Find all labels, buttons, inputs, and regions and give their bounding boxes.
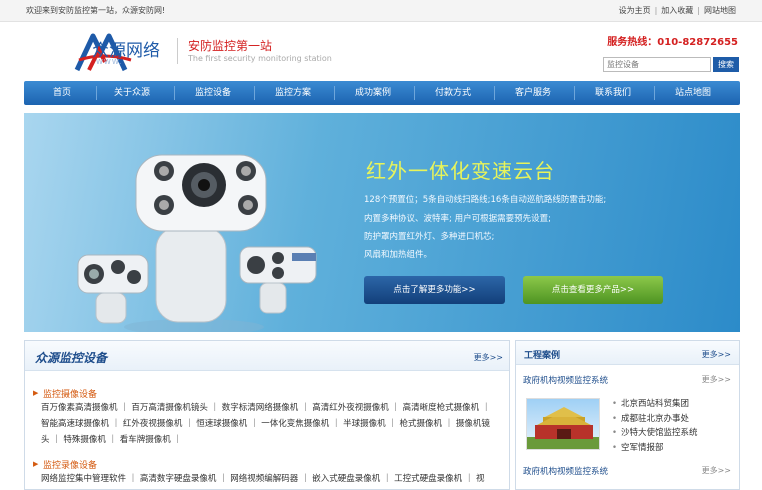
banner-desc-line: 内置多种协议、波特率; 用户可根据需要预先设置; xyxy=(364,214,551,224)
nav-sitemap[interactable]: 站点地图 xyxy=(662,81,724,105)
cases-panel-title: 工程案例 xyxy=(524,351,561,361)
tiananmen-image xyxy=(527,407,599,449)
equipment-panel: 众源监控设备 更多>> ▶ 监控摄像设备 百万像素高清摄像机 ｜ 百万高清摄像机… xyxy=(24,340,510,490)
nav-cases[interactable]: 成功案例 xyxy=(342,81,404,105)
main-nav: 首页 关于众源 监控设备 监控方案 成功案例 付款方式 客户服务 联系我们 站点… xyxy=(24,81,740,105)
case-list: • 北京西站科贸集团 • 成都驻北京办事处 • 沙特大使馆监控系统 • 空军情报部 xyxy=(612,397,698,455)
bullet-icon: • xyxy=(612,399,618,409)
banner-desc-line: 128个预置位；5条自动线扫路线;16条自动巡航路线防雷击功能; xyxy=(364,195,607,205)
hotline: 服务热线：010-82872655 xyxy=(607,37,738,48)
nav-separator xyxy=(254,86,255,100)
camera-list-line[interactable]: 百万像素高清摄像机 ｜ 百万高清摄像机镜头 ｜ 数字标清网络摄像机 ｜ 高清红外… xyxy=(41,400,503,416)
case-group-title[interactable]: 政府机构视频监控系统 xyxy=(523,465,608,477)
nav-separator xyxy=(96,86,97,100)
case-group-more-link[interactable]: 更多>> xyxy=(702,374,731,385)
nav-separator xyxy=(494,86,495,100)
welcome-text: 欢迎来到安防监控第一站，众源安防网! xyxy=(26,6,166,15)
header-divider xyxy=(177,38,178,64)
top-bar: 欢迎来到安防监控第一站，众源安防网! 设为主页 | 加入收藏 | 网站地图 xyxy=(0,0,762,22)
case-group-more-link[interactable]: 更多>> xyxy=(702,465,731,476)
case-item[interactable]: • 沙特大使馆监控系统 xyxy=(612,426,698,441)
camera-category-title[interactable]: 监控摄像设备 xyxy=(43,387,97,400)
nav-separator xyxy=(334,86,335,100)
recorder-category-title[interactable]: 监控录像设备 xyxy=(43,458,97,471)
cases-more-link[interactable]: 更多>> xyxy=(702,349,731,360)
equipment-more-link[interactable]: 更多>> xyxy=(474,352,503,363)
logo-sub: WWW. xyxy=(96,58,123,66)
equipment-panel-title: 众源监控设备 xyxy=(35,351,108,365)
learn-more-button[interactable]: 点击了解更多功能>> xyxy=(364,276,505,304)
site-en-title: The first security monitoring station xyxy=(188,54,332,63)
cases-panel-header: 工程案例 更多>> xyxy=(516,341,739,365)
case-item[interactable]: • 北京西站科贸集团 xyxy=(612,397,698,412)
site-title: 安防监控第一站 xyxy=(188,39,273,53)
nav-contact[interactable]: 联系我们 xyxy=(582,81,644,105)
set-homepage-link[interactable]: 设为主页 xyxy=(619,6,651,15)
case-group-title[interactable]: 政府机构视频监控系统 xyxy=(523,374,608,386)
camera-list-line[interactable]: 智能高速球摄像机 ｜ 红外夜视摄像机 ｜ 恒速球摄像机 ｜ 一体化变焦摄像机 ｜… xyxy=(41,416,503,432)
ptz-camera-image xyxy=(77,154,317,332)
nav-solutions[interactable]: 监控方案 xyxy=(262,81,324,105)
cases-panel: 工程案例 更多>> 政府机构视频监控系统 更多>> • 北京西站科贸集团 • 成都驻… xyxy=(515,340,740,490)
camera-list-line[interactable]: 头 ｜ 特殊摄像机 ｜ 看车牌摄像机 ｜ xyxy=(41,432,503,448)
search-button[interactable]: 搜索 xyxy=(713,57,739,72)
nav-home[interactable]: 首页 xyxy=(36,81,88,105)
top-links: 设为主页 | 加入收藏 | 网站地图 xyxy=(618,6,736,15)
case-item[interactable]: • 空军情报部 xyxy=(612,441,698,456)
add-favorite-link[interactable]: 加入收藏 xyxy=(661,6,693,15)
nav-separator xyxy=(174,86,175,100)
nav-separator xyxy=(654,86,655,100)
bullet-icon: • xyxy=(612,442,618,453)
banner-title: 红外一体化变速云台 xyxy=(366,159,555,183)
sitemap-link[interactable]: 网站地图 xyxy=(704,6,736,15)
nav-separator xyxy=(574,86,575,100)
nav-service[interactable]: 客户服务 xyxy=(502,81,564,105)
case-item[interactable]: • 成都驻北京办事处 xyxy=(612,412,698,427)
nav-equipment[interactable]: 监控设备 xyxy=(182,81,244,105)
bullet-arrow-icon: ▶ xyxy=(33,460,39,468)
recorder-list-line[interactable]: 网络监控集中管理软件 ｜ 高清数字硬盘录像机 ｜ 网络视频编解码器 ｜ 嵌入式硬… xyxy=(41,471,503,487)
hero-banner: 红外一体化变速云台 128个预置位；5条自动线扫路线;16条自动巡航路线防雷击功… xyxy=(24,113,740,332)
bullet-icon: • xyxy=(612,428,618,438)
view-products-button[interactable]: 点击查看更多产品>> xyxy=(523,276,663,304)
equipment-panel-header: 众源监控设备 更多>> xyxy=(25,341,509,371)
banner-desc-line: 风扇和加热组件。 xyxy=(364,250,433,260)
case-image[interactable] xyxy=(526,398,600,450)
nav-payment[interactable]: 付款方式 xyxy=(422,81,484,105)
bullet-arrow-icon: ▶ xyxy=(33,389,39,397)
nav-separator xyxy=(414,86,415,100)
bullet-icon: • xyxy=(612,413,618,424)
search-input[interactable] xyxy=(603,57,711,72)
nav-about[interactable]: 关于众源 xyxy=(104,81,160,105)
banner-desc-line: 防护罩内置红外灯、多种进口机芯; xyxy=(364,232,495,242)
